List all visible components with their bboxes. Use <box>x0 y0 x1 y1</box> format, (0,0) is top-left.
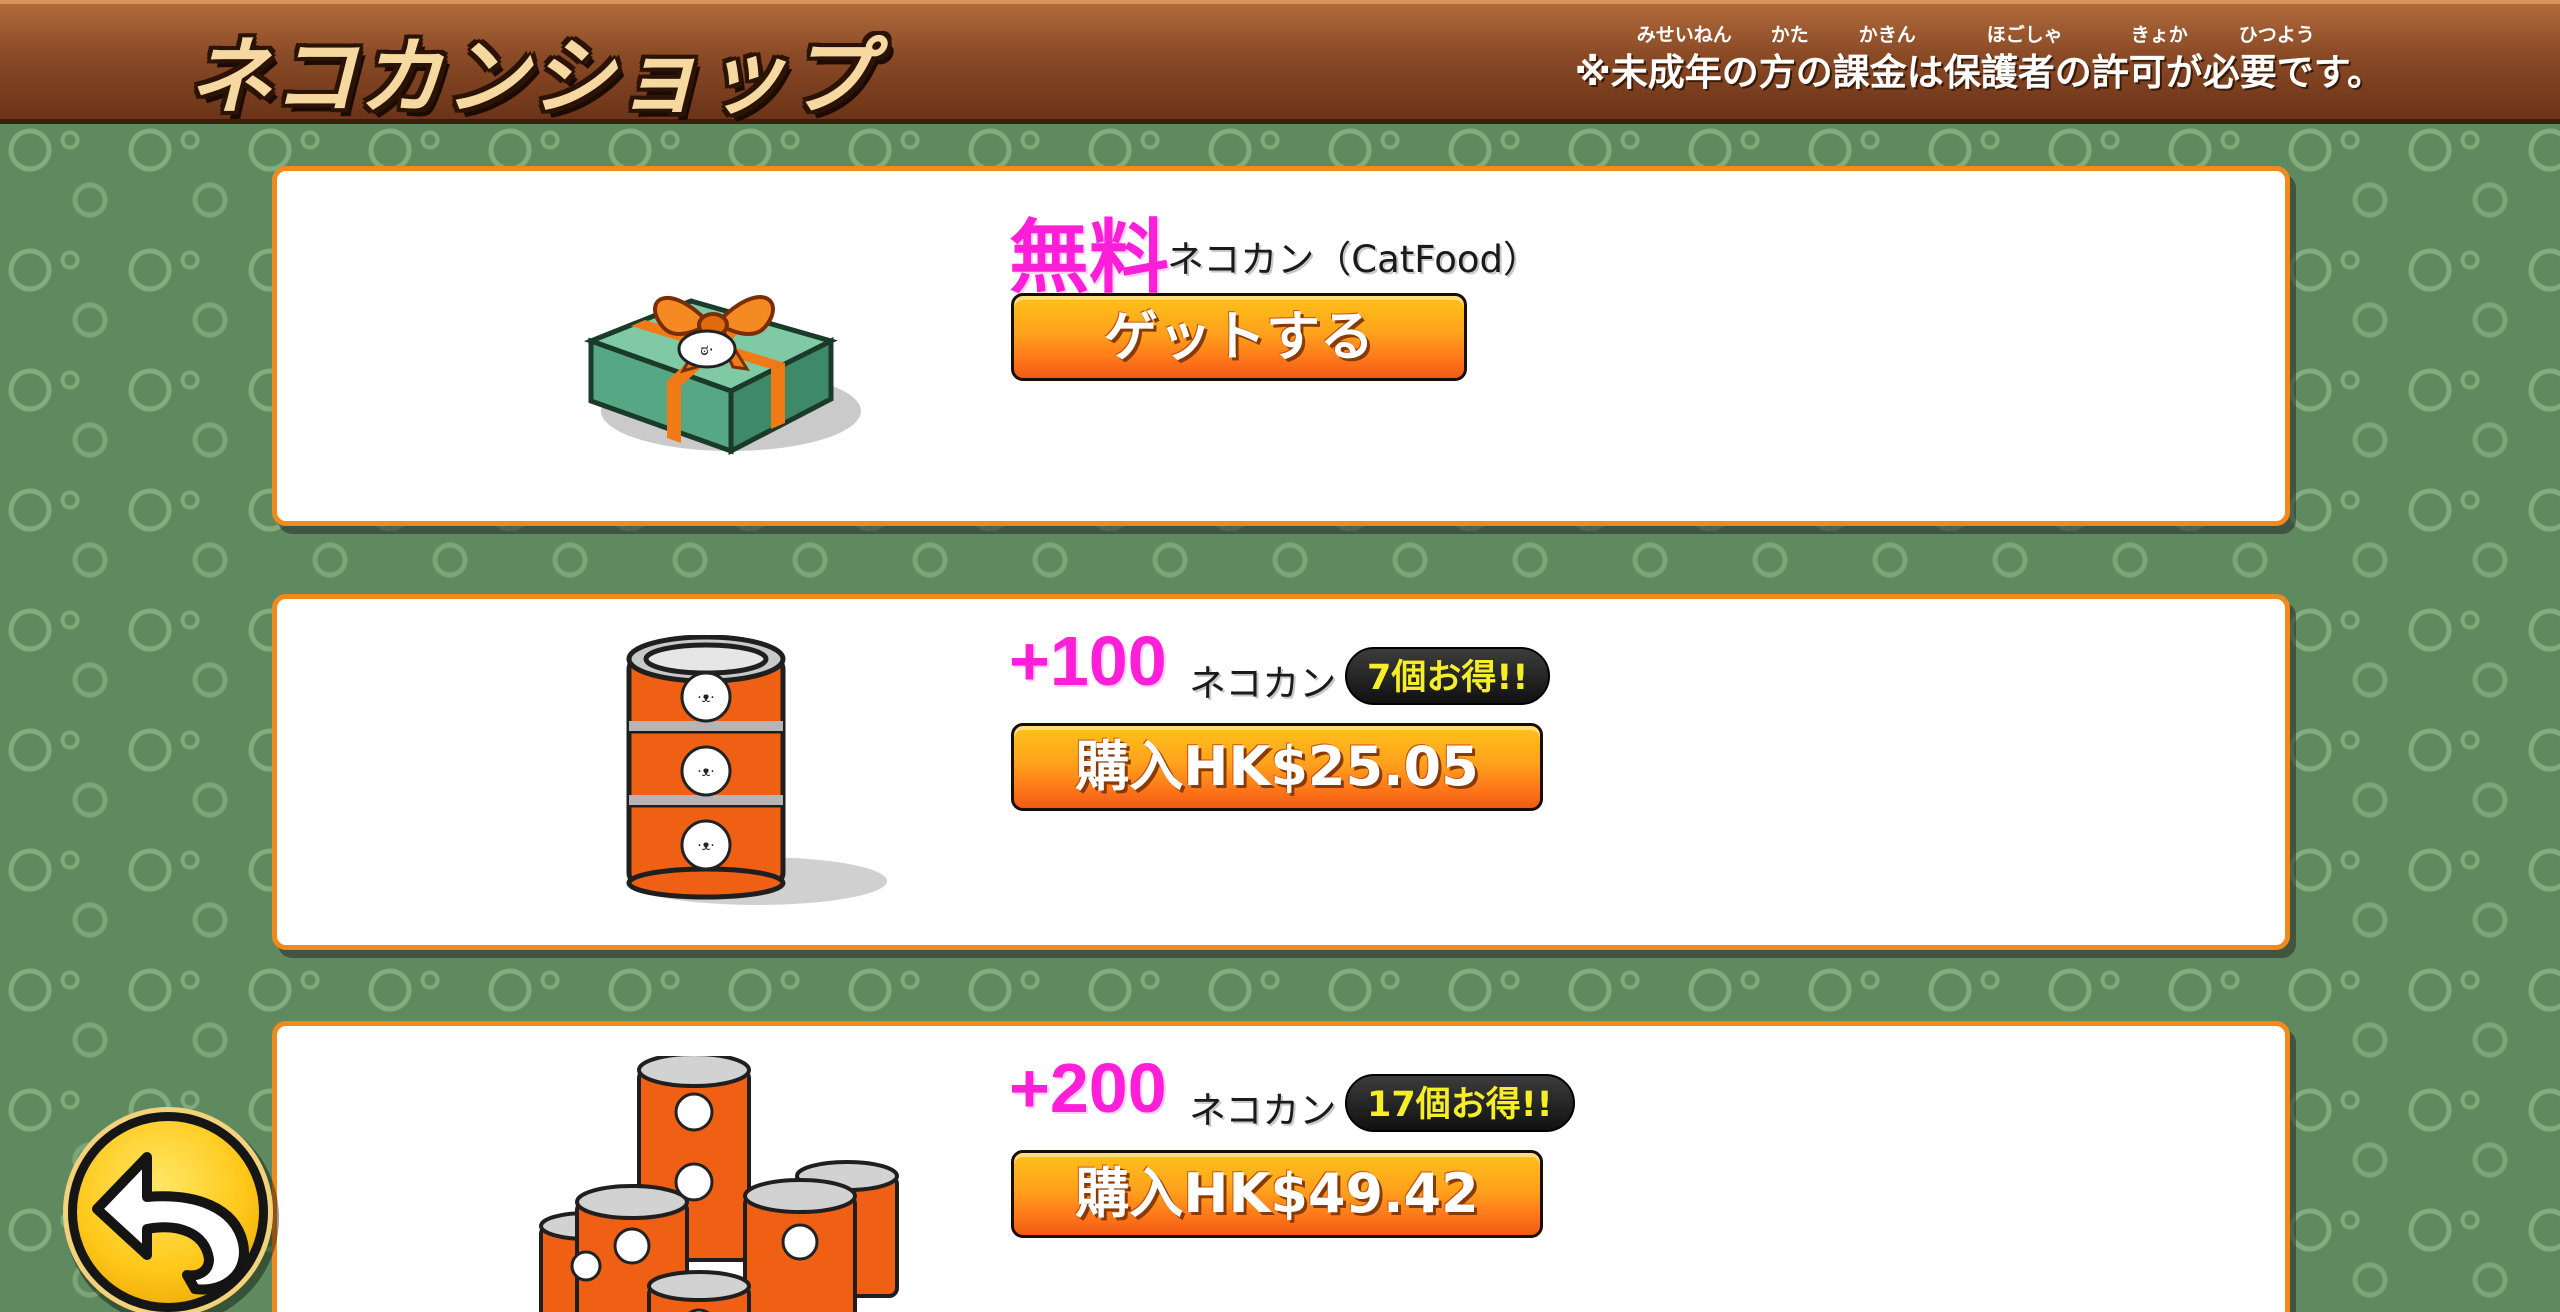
svg-text:·ᴥ·: ·ᴥ· <box>697 690 714 706</box>
notice-ruby: みせいねん かた かきん ほごしゃ きょか ひつよう <box>1575 20 2384 46</box>
ruby-kyoka: きょか <box>2130 24 2188 46</box>
svg-text:·ᴥ·: ·ᴥ· <box>697 838 714 854</box>
product-name: ネコカン <box>1189 662 1337 705</box>
ruby-hogosha: ほごしゃ <box>1986 24 2063 46</box>
notice-text: ※未成年の方の課金は保護者の許可が必要です。 <box>1574 51 2384 94</box>
ruby-kata: かた <box>1770 24 1809 46</box>
svg-text:·ᴥ·: ·ᴥ· <box>697 764 714 780</box>
shop-header: ネコカンショップ みせいねん かた かきん ほごしゃ きょか ひつよう ※未成年… <box>0 0 2560 126</box>
back-button[interactable] <box>68 1112 268 1312</box>
product-amount: +100 <box>1009 622 1167 700</box>
product-card-free: ಠ· 無料 ネコカン（CatFood） ゲットする <box>272 166 2290 526</box>
product-card-200: +200 ネコカン 17個お得!! 購入HK$49.42 <box>272 1021 2290 1312</box>
ruby-kakin: かきん <box>1858 24 1916 46</box>
product-amount: 無料 <box>1009 211 1169 304</box>
back-arrow-icon <box>92 1152 249 1295</box>
svg-text:ಠ·: ಠ· <box>700 340 714 359</box>
shop-title: ネコカンショップ <box>188 27 875 126</box>
cat-food-can-pile-icon <box>539 1056 899 1312</box>
product-card-100: ·ᴥ· ·ᴥ· ·ᴥ· +100 ネコカン 7個お得!! 購入HK$25.05 <box>272 594 2290 950</box>
product-amount: +200 <box>1009 1049 1167 1127</box>
product-name: ネコカン（CatFood） <box>1167 238 1540 281</box>
buy-100-button[interactable]: 購入HK$25.05 <box>1011 723 1543 811</box>
get-free-button[interactable]: ゲットする <box>1011 293 1467 381</box>
bonus-badge: 17個お得!! <box>1345 1074 1575 1132</box>
cat-food-can-stack-icon: ·ᴥ· ·ᴥ· ·ᴥ· <box>626 635 887 905</box>
ruby-hitsuyou: ひつよう <box>2238 24 2315 46</box>
product-name: ネコカン <box>1189 1089 1337 1132</box>
ruby-miseinen: みせいねん <box>1636 24 1732 46</box>
bonus-badge: 7個お得!! <box>1345 647 1551 705</box>
buy-200-button[interactable]: 購入HK$49.42 <box>1011 1150 1543 1238</box>
gift-box-icon: ಠ· <box>583 295 861 456</box>
parental-notice: みせいねん かた かきん ほごしゃ きょか ひつよう ※未成年の方の課金は保護者… <box>1574 24 2384 96</box>
